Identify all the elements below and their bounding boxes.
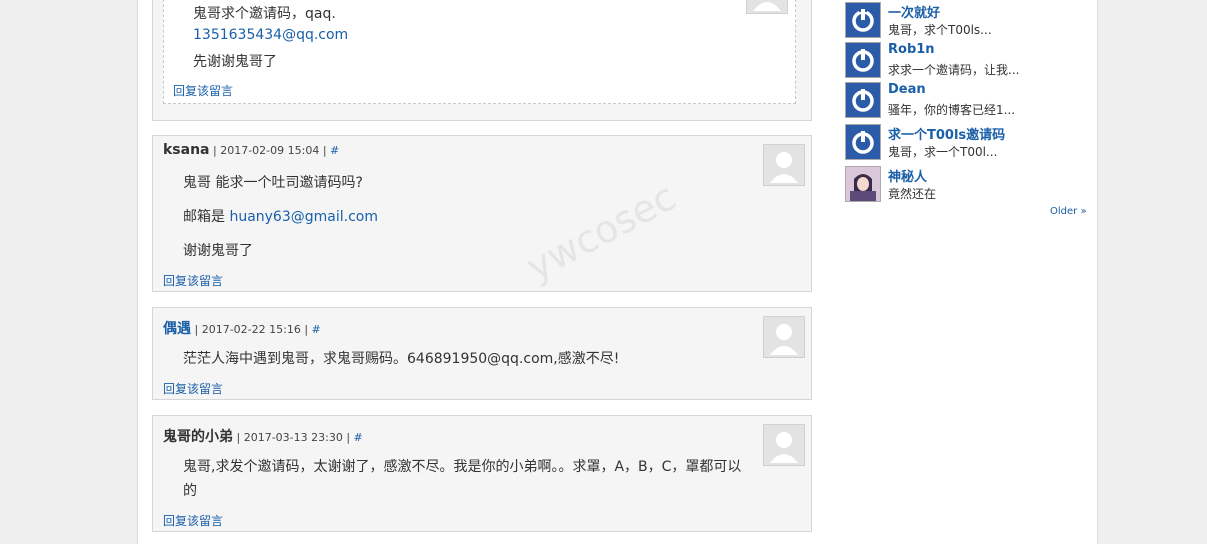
avatar <box>763 144 805 186</box>
recent-comment-item: Dean 骚年，你的博客已经1... <box>845 82 1095 118</box>
reply-link[interactable]: 回复该留言 <box>163 272 223 289</box>
nested-reply: 鬼哥求个邀请码，qaq. 1351635434@qq.com 先谢谢鬼哥了 回复… <box>163 0 796 104</box>
comment-meta: 鬼哥的小弟 | 2017-03-13 23:30 | # <box>163 426 363 446</box>
recent-comment-item: 求一个T00ls邀请码 鬼哥，求一个T00l... <box>845 124 1095 160</box>
comment-author: 鬼哥的小弟 <box>163 429 233 445</box>
recent-comment-excerpt: 鬼哥，求一个T00l... <box>888 145 998 159</box>
comment-text-line: 鬼哥,求发个邀请码，太谢谢了，感激不尽。我是你的小弟啊。。求罩，A，B，C，罩都… <box>183 459 742 475</box>
recent-comment-author[interactable]: 神秘人 <box>888 166 927 185</box>
recent-comment-excerpt: 鬼哥，求个T00ls... <box>888 23 992 37</box>
power-avatar-icon <box>845 124 881 160</box>
permalink[interactable]: # <box>330 144 339 157</box>
avatar <box>746 0 788 14</box>
recent-comment-author[interactable]: Dean <box>888 82 926 97</box>
permalink[interactable]: # <box>312 323 321 336</box>
reply-link[interactable]: 回复该留言 <box>163 512 223 529</box>
comment-text-line: 邮箱是 huany63@gmail.com <box>183 206 378 226</box>
recent-comment-item: 神秘人 竟然还在 <box>845 166 1095 202</box>
comment-text: 邮箱是 <box>183 209 230 225</box>
comment-text-line: 茫茫人海中遇到鬼哥，求鬼哥赐码。646891950@qq.com,感激不尽! <box>183 351 620 367</box>
recent-comment-item: Rob1n 求求一个邀请码，让我... <box>845 42 1095 78</box>
permalink[interactable]: # <box>354 431 363 444</box>
power-avatar-icon <box>845 42 881 78</box>
recent-comment-author[interactable]: 一次就好 <box>888 2 940 21</box>
reply-link[interactable]: 回复该留言 <box>173 82 233 99</box>
anime-avatar-icon <box>845 166 881 202</box>
comment-meta: 偶遇 | 2017-02-22 15:16 | # <box>163 318 321 338</box>
comment-block: 偶遇 | 2017-02-22 15:16 | # 茫茫人海中遇到鬼哥，求鬼哥赐… <box>152 307 812 400</box>
older-comments-link[interactable]: Older » <box>1050 206 1087 217</box>
comment-email-link[interactable]: huany63@gmail.com <box>229 209 378 225</box>
comment-date: | 2017-02-09 15:04 | <box>209 144 331 157</box>
reply-text-line: 先谢谢鬼哥了 <box>193 54 277 70</box>
reply-email-link[interactable]: 1351635434@qq.com <box>193 27 348 43</box>
comment-text-line: 的 <box>183 483 197 499</box>
recent-comment-item: 一次就好 鬼哥，求个T00ls... <box>845 2 1095 38</box>
recent-comment-author[interactable]: Rob1n <box>888 42 935 57</box>
recent-comment-excerpt: 求求一个邀请码，让我... <box>888 63 1020 77</box>
comment-date: | 2017-03-13 23:30 | <box>233 431 354 444</box>
reply-text-line: 鬼哥求个邀请码，qaq. <box>193 6 336 22</box>
comment-block: 鬼哥的小弟 | 2017-03-13 23:30 | # 鬼哥,求发个邀请码，太… <box>152 415 812 532</box>
recent-comment-excerpt: 竟然还在 <box>888 187 937 201</box>
avatar <box>763 316 805 358</box>
reply-link[interactable]: 回复该留言 <box>163 380 223 397</box>
power-avatar-icon <box>845 82 881 118</box>
power-avatar-icon <box>845 2 881 38</box>
comment-author[interactable]: 偶遇 <box>163 321 191 337</box>
avatar <box>763 424 805 466</box>
comment-text-line: 谢谢鬼哥了 <box>183 243 253 259</box>
comment-meta: ksana | 2017-02-09 15:04 | # <box>163 142 339 158</box>
recent-comment-author[interactable]: 求一个T00ls邀请码 <box>888 124 1005 143</box>
recent-comment-excerpt: 骚年，你的博客已经1... <box>888 103 1016 117</box>
comment-block: ksana | 2017-02-09 15:04 | # 鬼哥 能求一个吐司邀请… <box>152 135 812 292</box>
comment-date: | 2017-02-22 15:16 | <box>191 323 312 336</box>
comment-text-line: 鬼哥 能求一个吐司邀请码吗? <box>183 175 363 191</box>
comment-author: ksana <box>163 142 210 158</box>
